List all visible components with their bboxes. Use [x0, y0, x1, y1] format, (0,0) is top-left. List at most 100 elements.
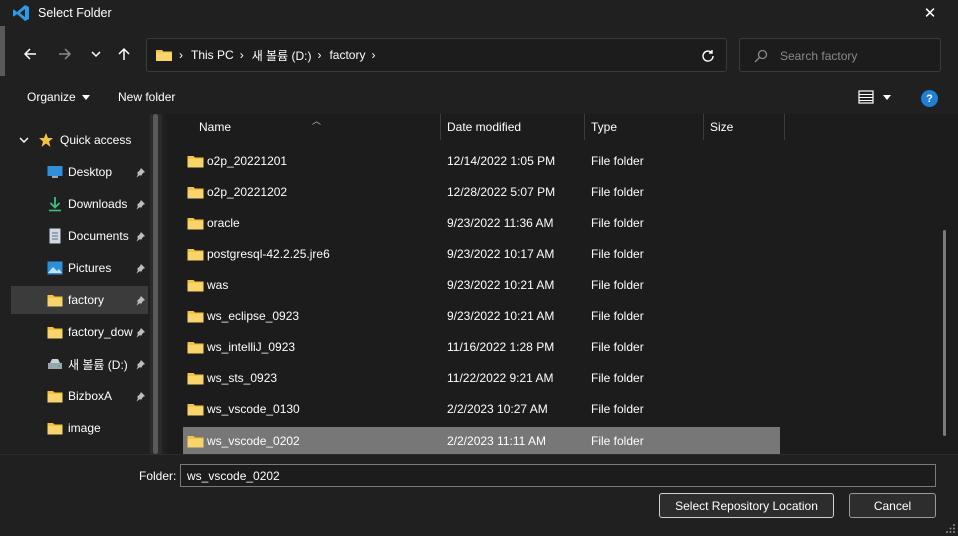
dialog-title: Select Folder: [38, 6, 112, 20]
folder-icon: [187, 187, 204, 199]
column-header-type[interactable]: Type: [591, 114, 617, 140]
sidebar-item-label: Downloads: [68, 197, 128, 211]
resize-grip-icon[interactable]: [946, 524, 956, 534]
forward-button[interactable]: [53, 42, 77, 66]
organize-button[interactable]: Organize: [27, 90, 90, 104]
sidebar-item-pictures[interactable]: Pictures: [11, 254, 148, 282]
column-header-label: Type: [591, 120, 618, 134]
row-name: o2p_20221202: [207, 185, 288, 199]
back-button[interactable]: [18, 42, 42, 66]
folder-name-input[interactable]: [180, 464, 936, 487]
arrow-left-icon: [23, 48, 36, 60]
recent-locations-button[interactable]: [84, 42, 108, 66]
select-repository-location-button[interactable]: Select Repository Location: [659, 493, 834, 518]
view-options-button[interactable]: [858, 90, 891, 104]
folder-icon: [187, 311, 204, 323]
search-icon: [754, 49, 768, 63]
folder-icon: [187, 342, 204, 354]
row-date: 9/23/2022 10:17 AM: [447, 247, 555, 261]
new-folder-button[interactable]: New folder: [118, 90, 175, 104]
breadcrumb-separator-icon[interactable]: ›: [371, 48, 375, 62]
up-button[interactable]: [112, 42, 136, 66]
row-date: 2/2/2023 11:11 AM: [447, 434, 546, 448]
table-row[interactable]: postgresql-42.2.25.jre6 9/23/2022 10:17 …: [183, 240, 780, 268]
address-bar[interactable]: › This PC › 새 볼륨 (D:) › factory ›: [146, 38, 727, 72]
folder-icon: [187, 156, 204, 168]
row-type: File folder: [591, 247, 644, 261]
table-row[interactable]: o2p_20221202 12/28/2022 5:07 PM File fol…: [183, 178, 780, 206]
refresh-button[interactable]: [698, 46, 718, 66]
search-input[interactable]: [780, 47, 930, 65]
close-icon: ✕: [923, 5, 937, 22]
row-name: postgresql-42.2.25.jre6: [207, 247, 330, 261]
scrollbar-thumb[interactable]: [943, 230, 946, 436]
table-row-selected[interactable]: ws_vscode_0202 2/2/2023 11:11 AM File fo…: [183, 427, 780, 454]
file-list-scrollbar[interactable]: [940, 114, 952, 454]
table-row[interactable]: ws_intelliJ_0923 11/16/2022 1:28 PM File…: [183, 333, 780, 361]
breadcrumb-separator-icon: ›: [239, 48, 244, 62]
breadcrumb-factory[interactable]: factory: [329, 48, 365, 62]
star-icon: [39, 133, 53, 147]
sidebar-item-label: factory: [68, 293, 105, 307]
sidebar-item-desktop[interactable]: Desktop: [11, 158, 148, 186]
row-type: File folder: [591, 340, 644, 354]
sidebar-item-bizboxa[interactable]: BizboxA: [11, 382, 148, 410]
column-divider[interactable]: [784, 114, 785, 140]
column-divider[interactable]: [703, 114, 704, 140]
table-row[interactable]: was 9/23/2022 10:21 AM File folder: [183, 271, 780, 299]
column-header-name[interactable]: Name: [199, 114, 231, 140]
navigation-bar: › This PC › 새 볼륨 (D:) › factory ›: [0, 34, 958, 76]
column-header-label: Date modified: [447, 120, 522, 134]
folder-label: Folder:: [139, 469, 177, 483]
column-header-label: Name: [199, 120, 232, 134]
column-divider[interactable]: [584, 114, 585, 140]
breadcrumb-drive[interactable]: 새 볼륨 (D:): [252, 47, 312, 64]
folder-icon: [187, 280, 204, 292]
folder-icon: [47, 292, 63, 308]
sidebar-item-label: 새 볼륨 (D:): [68, 357, 128, 372]
table-row[interactable]: oracle 9/23/2022 11:36 AM File folder: [183, 209, 780, 237]
sidebar-item-label: Desktop: [68, 165, 113, 179]
cancel-button[interactable]: Cancel: [849, 493, 936, 518]
row-type: File folder: [591, 278, 644, 292]
sidebar-item-documents[interactable]: Documents: [11, 222, 148, 250]
vscode-logo-icon: [13, 5, 29, 21]
table-row[interactable]: ws_sts_0923 11/22/2022 9:21 AM File fold…: [183, 364, 780, 392]
scrollbar-thumb[interactable]: [153, 114, 158, 454]
help-icon: ?: [926, 92, 933, 105]
chevron-down-icon: [91, 51, 101, 58]
help-button[interactable]: ?: [921, 90, 938, 107]
arrow-up-icon: [118, 47, 130, 60]
download-icon: [47, 196, 63, 212]
row-name: ws_eclipse_0923: [207, 309, 300, 323]
close-button[interactable]: ✕: [910, 2, 950, 24]
sidebar-item-drive-d[interactable]: 새 볼륨 (D:): [11, 350, 148, 378]
row-type: File folder: [591, 185, 644, 199]
pin-icon: [134, 358, 146, 370]
table-row[interactable]: ws_eclipse_0923 9/23/2022 10:21 AM File …: [183, 302, 780, 330]
sidebar-item-factory[interactable]: factory: [11, 286, 148, 314]
navigation-pane-scrollbar[interactable]: [150, 114, 162, 454]
breadcrumb-separator-icon: ›: [317, 48, 322, 62]
column-header-size[interactable]: Size: [710, 114, 733, 140]
document-icon: [47, 228, 63, 244]
row-date: 11/16/2022 1:28 PM: [447, 340, 555, 354]
list-view-icon: [858, 90, 874, 104]
sidebar-item-image[interactable]: image: [11, 414, 148, 442]
breadcrumb-this-pc[interactable]: This PC: [191, 48, 234, 62]
column-divider[interactable]: [440, 114, 441, 140]
table-row[interactable]: ws_vscode_0130 2/2/2023 10:27 AM File fo…: [183, 395, 780, 423]
row-type: File folder: [591, 402, 644, 416]
row-name: was: [207, 278, 229, 292]
sidebar-item-partial[interactable]: [11, 446, 148, 454]
quick-access-item[interactable]: Quick access: [11, 126, 161, 154]
sidebar-item-downloads[interactable]: Downloads: [11, 190, 148, 218]
sidebar-item-factory-dow[interactable]: factory_dow: [11, 318, 148, 346]
table-row[interactable]: o2p_20221201 12/14/2022 1:05 PM File fol…: [183, 147, 780, 175]
column-header-label: Size: [710, 120, 734, 134]
organize-label: Organize: [27, 90, 76, 104]
caret-down-icon: [883, 94, 891, 100]
pin-icon: [134, 230, 146, 242]
column-header-date-modified[interactable]: Date modified: [447, 114, 521, 140]
search-box[interactable]: [739, 38, 941, 72]
